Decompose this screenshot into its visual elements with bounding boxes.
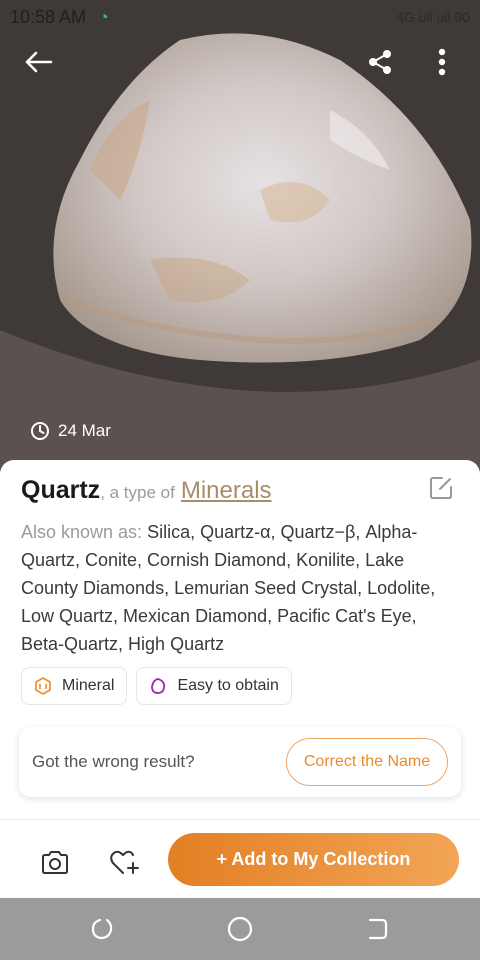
egg-icon: [151, 678, 166, 694]
chip-rarity-label: Easy to obtain: [177, 677, 279, 694]
chip-rarity[interactable]: Easy to obtain: [136, 667, 292, 705]
edit-button[interactable]: [428, 475, 456, 503]
share-icon: [369, 50, 391, 74]
attribute-chips: Mineral Easy to obtain: [21, 667, 292, 705]
back-arrow-icon: [25, 51, 53, 73]
heart-plus-icon: [110, 850, 139, 874]
species-name: Quartz: [21, 476, 101, 504]
status-indicators: 4G ull ull 90: [396, 9, 470, 25]
clock-icon: [31, 422, 49, 440]
edit-icon: [430, 477, 452, 499]
category-link[interactable]: Minerals: [181, 477, 272, 505]
wrong-result-text: Got the wrong result?: [32, 752, 195, 771]
chip-category[interactable]: Mineral: [21, 667, 128, 705]
recents-icon: [368, 918, 388, 940]
camera-icon: [42, 851, 68, 874]
capture-date: 24 Mar: [30, 421, 111, 441]
system-nav-bar: [0, 898, 480, 960]
result-title: Quartz , a type of Minerals: [21, 476, 420, 505]
status-time: 10:58 AM: [10, 6, 87, 27]
aka-label: Also known as:: [21, 522, 148, 542]
rotate-back-icon: [91, 918, 113, 940]
gem-icon: [35, 677, 51, 695]
nav-back-button[interactable]: [87, 914, 117, 944]
home-circle-icon: [227, 916, 253, 942]
status-bar: 10:58 AM ◔ 4G ull ull 90: [10, 4, 470, 30]
add-to-collection-button[interactable]: + Add to My Collection: [168, 833, 459, 886]
camera-button[interactable]: [35, 843, 75, 883]
quartz-rock-image: [0, 0, 480, 480]
wrong-result-card: Got the wrong result? Correct the Name: [19, 727, 461, 797]
chip-category-label: Mineral: [62, 677, 115, 694]
more-options-button[interactable]: [420, 40, 464, 84]
nav-home-button[interactable]: [225, 914, 255, 944]
add-favorite-button[interactable]: [105, 843, 145, 883]
sync-icon: ◔: [98, 6, 109, 27]
share-button[interactable]: [358, 40, 402, 84]
type-prefix: , a type of: [100, 483, 175, 502]
more-vertical-icon: [438, 48, 446, 76]
also-known-as: Also known as: Silica, Quartz-α, Quartz−…: [21, 518, 441, 658]
capture-date-text: 24 Mar: [58, 421, 111, 440]
nav-recents-button[interactable]: [362, 914, 392, 944]
correct-name-button[interactable]: Correct the Name: [286, 738, 448, 786]
back-button[interactable]: [16, 40, 60, 84]
specimen-photo: 10:58 AM ◔ 4G ull ull 90 24 Mar: [0, 0, 480, 480]
